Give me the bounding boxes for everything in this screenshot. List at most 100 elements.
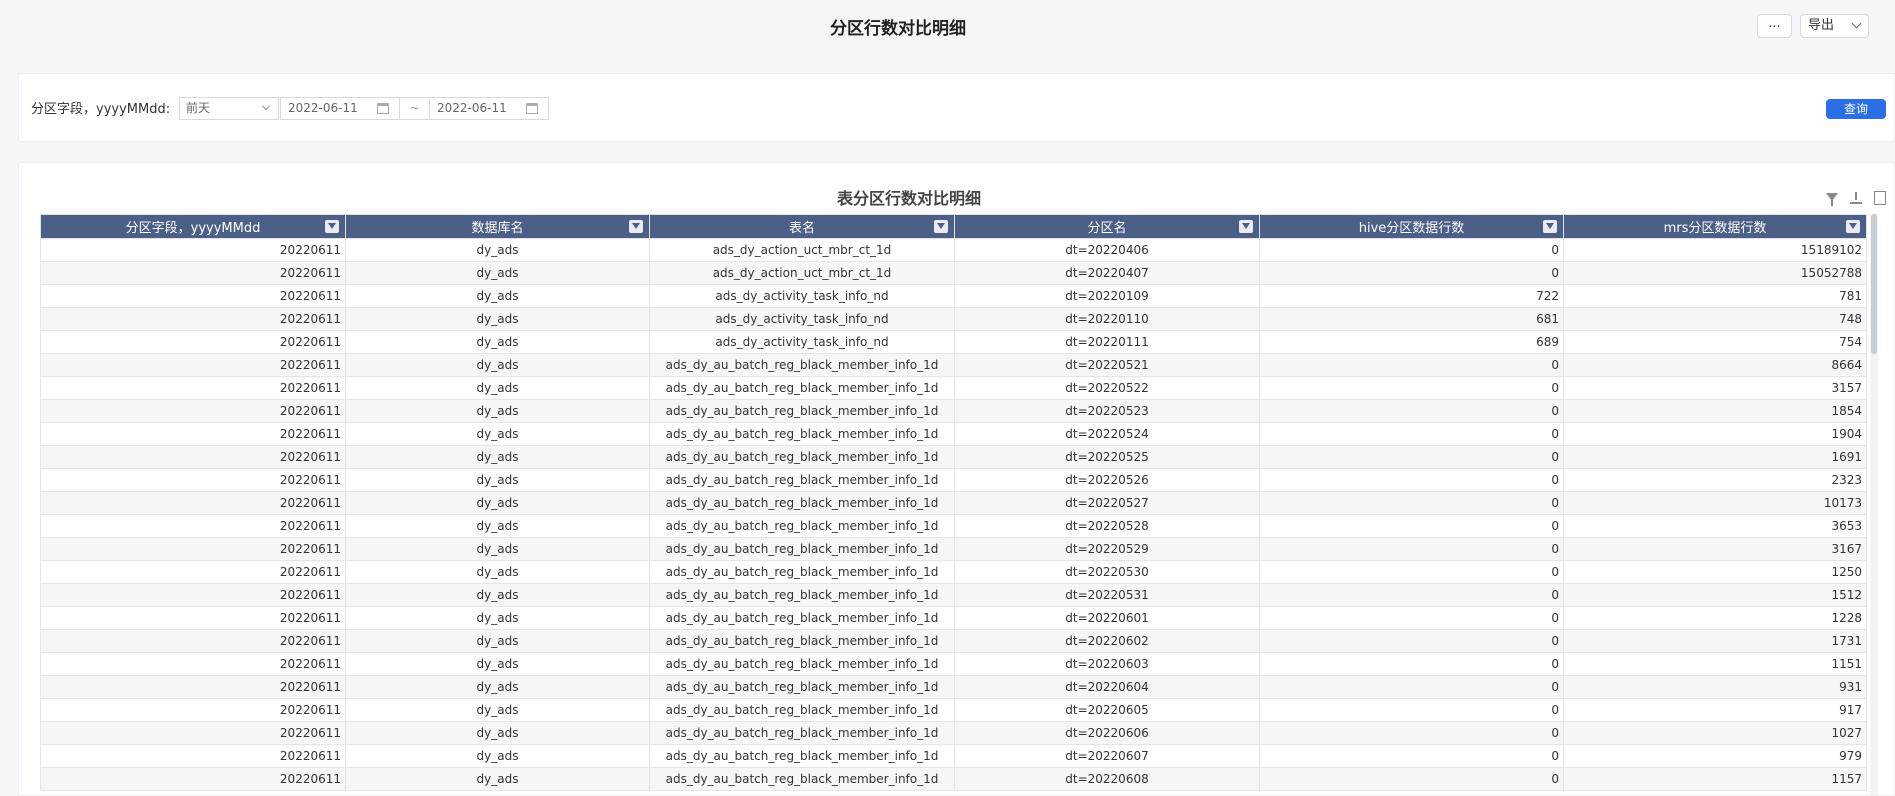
table-cell: dy_ads xyxy=(345,330,650,354)
table-cell: 3653 xyxy=(1563,514,1867,538)
column-header[interactable]: 数据库名 xyxy=(345,214,650,239)
table-cell: 20220611 xyxy=(40,422,346,446)
table-row[interactable]: 20220611 dy_ads ads_dy_au_batch_reg_black_… xyxy=(40,675,1867,699)
calendar-icon xyxy=(377,103,389,114)
table-row[interactable]: 20220611 dy_ads ads_dy_au_batch_reg_black_… xyxy=(40,629,1867,653)
table-cell: 1731 xyxy=(1563,629,1867,653)
start-date-value: 2022-06-11 xyxy=(288,101,358,115)
table-cell: 0 xyxy=(1259,675,1564,699)
column-filter-icon[interactable] xyxy=(325,220,339,233)
table-cell: 3167 xyxy=(1563,537,1867,561)
table-row[interactable]: 20220611 dy_ads ads_dy_au_batch_reg_black_… xyxy=(40,353,1867,377)
table-row[interactable]: 20220611 dy_ads ads_dy_action_uct_mbr_ct_1… xyxy=(40,238,1867,262)
table-row[interactable]: 20220611 dy_ads ads_dy_au_batch_reg_black_… xyxy=(40,537,1867,561)
table-cell: dt=20220602 xyxy=(954,629,1260,653)
table-cell: 748 xyxy=(1563,307,1867,331)
table-cell: ads_dy_au_batch_reg_black_member_info_1d xyxy=(649,606,955,630)
table-cell: 1512 xyxy=(1563,583,1867,607)
table-row[interactable]: 20220611 dy_ads ads_dy_au_batch_reg_black_… xyxy=(40,606,1867,630)
table-cell: dy_ads xyxy=(345,583,650,607)
table-cell: dt=20220407 xyxy=(954,261,1260,285)
table-cell: ads_dy_au_batch_reg_black_member_info_1d xyxy=(649,767,955,791)
column-header-label: 分区名 xyxy=(1087,221,1127,236)
table-header-row: 分区字段，yyyyMMdd 数据库名 表名 分区名 hive分区数据行数 mrs分区数据行… xyxy=(40,214,1867,239)
table-row[interactable]: 20220611 dy_ads ads_dy_au_batch_reg_black_… xyxy=(40,445,1867,469)
table-cell: 0 xyxy=(1259,376,1564,400)
table-row[interactable]: 20220611 dy_ads ads_dy_au_batch_reg_black_… xyxy=(40,767,1867,791)
table-cell: 0 xyxy=(1259,698,1564,722)
table-cell: 20220611 xyxy=(40,606,346,630)
scrollbar-thumb[interactable] xyxy=(1871,214,1877,354)
table-row[interactable]: 20220611 dy_ads ads_dy_activity_task_info_… xyxy=(40,307,1867,331)
table-cell: ads_dy_au_batch_reg_black_member_info_1d xyxy=(649,698,955,722)
column-header-label: hive分区数据行数 xyxy=(1358,221,1465,236)
table-cell: dy_ads xyxy=(345,744,650,768)
table-cell: dy_ads xyxy=(345,422,650,446)
table-cell: 1151 xyxy=(1563,652,1867,676)
table-cell: 20220611 xyxy=(40,537,346,561)
column-header-label: 数据库名 xyxy=(471,221,524,236)
table-cell: dt=20220604 xyxy=(954,675,1260,699)
table-row[interactable]: 20220611 dy_ads ads_dy_activity_task_info_… xyxy=(40,330,1867,354)
table-cell: ads_dy_au_batch_reg_black_member_info_1d xyxy=(649,468,955,492)
column-header[interactable]: hive分区数据行数 xyxy=(1259,214,1564,239)
download-icon[interactable] xyxy=(1850,192,1862,204)
table-cell: dy_ads xyxy=(345,514,650,538)
vertical-scrollbar[interactable] xyxy=(1870,214,1878,795)
table-row[interactable]: 20220611 dy_ads ads_dy_au_batch_reg_black_… xyxy=(40,560,1867,584)
table-row[interactable]: 20220611 dy_ads ads_dy_au_batch_reg_black_… xyxy=(40,422,1867,446)
table-row[interactable]: 20220611 dy_ads ads_dy_au_batch_reg_black_… xyxy=(40,698,1867,722)
column-filter-icon[interactable] xyxy=(1239,220,1253,233)
export-button[interactable]: 导出 xyxy=(1800,14,1869,38)
table-row[interactable]: 20220611 dy_ads ads_dy_au_batch_reg_black_… xyxy=(40,399,1867,423)
table-cell: 20220611 xyxy=(40,767,346,791)
date-range-separator: ~ xyxy=(400,97,429,120)
table-row[interactable]: 20220611 dy_ads ads_dy_au_batch_reg_black_… xyxy=(40,721,1867,745)
table-cell: dt=20220524 xyxy=(954,422,1260,446)
start-date-input[interactable]: 2022-06-11 xyxy=(280,97,400,120)
column-filter-icon[interactable] xyxy=(629,220,643,233)
column-header[interactable]: 分区字段，yyyyMMdd xyxy=(40,214,346,239)
date-preset-select[interactable]: 前天 xyxy=(179,97,279,120)
table-cell: ads_dy_au_batch_reg_black_member_info_1d xyxy=(649,583,955,607)
column-filter-icon[interactable] xyxy=(1846,220,1860,233)
table-row[interactable]: 20220611 dy_ads ads_dy_au_batch_reg_black_… xyxy=(40,468,1867,492)
table-cell: dt=20220527 xyxy=(954,491,1260,515)
table-row[interactable]: 20220611 dy_ads ads_dy_au_batch_reg_black_… xyxy=(40,376,1867,400)
end-date-value: 2022-06-11 xyxy=(437,101,507,115)
column-header[interactable]: 分区名 xyxy=(954,214,1260,239)
column-header[interactable]: mrs分区数据行数 xyxy=(1563,214,1867,239)
table-row[interactable]: 20220611 dy_ads ads_dy_au_batch_reg_black_… xyxy=(40,514,1867,538)
export-label: 导出 xyxy=(1808,18,1835,33)
table-cell: 20220611 xyxy=(40,560,346,584)
table-row[interactable]: 20220611 dy_ads ads_dy_activity_task_info_… xyxy=(40,284,1867,308)
table-cell: dt=20220529 xyxy=(954,537,1260,561)
chart-icon[interactable] xyxy=(1874,191,1886,205)
date-preset-value: 前天 xyxy=(186,101,211,115)
table-cell: 689 xyxy=(1259,330,1564,354)
table-row[interactable]: 20220611 dy_ads ads_dy_action_uct_mbr_ct_1… xyxy=(40,261,1867,285)
filter-icon[interactable] xyxy=(1826,193,1838,206)
table-cell: 1157 xyxy=(1563,767,1867,791)
table-row[interactable]: 20220611 dy_ads ads_dy_au_batch_reg_black_… xyxy=(40,491,1867,515)
column-filter-icon[interactable] xyxy=(1543,220,1557,233)
table-cell: 20220611 xyxy=(40,583,346,607)
query-button[interactable]: 查询 xyxy=(1826,99,1886,119)
table-row[interactable]: 20220611 dy_ads ads_dy_au_batch_reg_black_… xyxy=(40,583,1867,607)
table-row[interactable]: 20220611 dy_ads ads_dy_au_batch_reg_black_… xyxy=(40,744,1867,768)
filter-label: 分区字段，yyyyMMdd: xyxy=(31,102,171,117)
table-cell: 15189102 xyxy=(1563,238,1867,262)
more-button[interactable]: ... xyxy=(1757,14,1792,38)
table-cell: 20220611 xyxy=(40,307,346,331)
end-date-input[interactable]: 2022-06-11 xyxy=(429,97,549,120)
table-panel: 表分区行数对比明细 分区字段，yyyyMMdd 数据库名 表名 分区名 hive分区数据… xyxy=(18,162,1895,796)
table-cell: ads_dy_au_batch_reg_black_member_info_1d xyxy=(649,514,955,538)
table-cell: ads_dy_action_uct_mbr_ct_1d xyxy=(649,261,955,285)
table-cell: dy_ads xyxy=(345,491,650,515)
table-row[interactable]: 20220611 dy_ads ads_dy_au_batch_reg_black_… xyxy=(40,652,1867,676)
table-cell: 0 xyxy=(1259,744,1564,768)
table-cell: 0 xyxy=(1259,261,1564,285)
table-cell: 1691 xyxy=(1563,445,1867,469)
column-filter-icon[interactable] xyxy=(934,220,948,233)
column-header[interactable]: 表名 xyxy=(649,214,955,239)
